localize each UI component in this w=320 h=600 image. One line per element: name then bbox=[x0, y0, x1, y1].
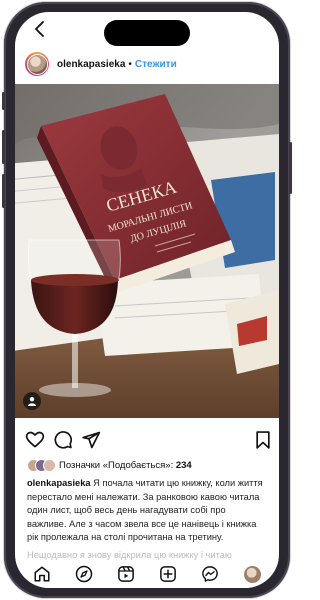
likes-count: 234 bbox=[175, 459, 192, 471]
nav-profile[interactable] bbox=[243, 565, 261, 583]
compass-icon bbox=[75, 565, 93, 583]
caption-more-text: Нещодавно я знову відкрила цю книжку і ч… bbox=[27, 550, 232, 560]
post-photo-image: СЕНЕКА МОРАЛЬНІ ЛИСТИ ДО ЛУЦІЛІЯ bbox=[15, 84, 279, 418]
back-button[interactable] bbox=[29, 18, 51, 40]
follow-button[interactable]: Стежити bbox=[135, 59, 177, 70]
author-avatar[interactable] bbox=[25, 52, 49, 76]
nav-messages[interactable] bbox=[201, 565, 219, 583]
action-button bbox=[2, 92, 5, 110]
nav-home[interactable] bbox=[33, 565, 51, 583]
power-button bbox=[289, 142, 292, 194]
nav-explore[interactable] bbox=[75, 565, 93, 583]
comment-icon bbox=[54, 431, 73, 449]
post-photo[interactable]: СЕНЕКА МОРАЛЬНІ ЛИСТИ ДО ЛУЦІЛІЯ bbox=[15, 84, 279, 418]
caption-username[interactable]: olenkapasieka bbox=[27, 478, 91, 488]
send-icon bbox=[82, 431, 101, 449]
phone-frame: olenkapasieka • Стежити СЕНЕКА МОРАЛЬНІ … bbox=[2, 2, 292, 598]
user-tag-icon bbox=[28, 397, 36, 406]
nav-create[interactable] bbox=[159, 565, 177, 583]
volume-up-button bbox=[2, 130, 5, 164]
bottom-nav bbox=[15, 560, 279, 588]
profile-avatar bbox=[243, 565, 261, 583]
likes-row[interactable]: Позначки «Подобається»: 234 bbox=[27, 458, 192, 472]
plus-square-icon bbox=[160, 566, 176, 582]
nav-reels[interactable] bbox=[117, 565, 135, 583]
app-screen: olenkapasieka • Стежити СЕНЕКА МОРАЛЬНІ … bbox=[15, 12, 279, 588]
reels-icon bbox=[118, 566, 134, 582]
share-button[interactable] bbox=[81, 430, 101, 450]
volume-down-button bbox=[2, 174, 5, 208]
header-separator: • bbox=[128, 58, 132, 70]
post-actions bbox=[15, 428, 279, 452]
like-button[interactable] bbox=[25, 430, 45, 450]
liker-avatar bbox=[43, 458, 56, 472]
bookmark-icon bbox=[256, 431, 270, 449]
heart-icon bbox=[25, 431, 45, 448]
likes-label: Позначки «Подобається»: bbox=[59, 459, 174, 471]
messenger-icon bbox=[202, 566, 218, 582]
user-tag-button[interactable] bbox=[23, 392, 41, 410]
post-caption: olenkapasieka Я почала читати цю книжку,… bbox=[27, 477, 267, 545]
save-button[interactable] bbox=[253, 430, 273, 450]
comment-button[interactable] bbox=[53, 430, 73, 450]
post-header: olenkapasieka • Стежити bbox=[15, 48, 279, 80]
likes-count-label[interactable]: Позначки «Подобається»: 234 bbox=[59, 460, 192, 471]
dynamic-island bbox=[104, 20, 190, 46]
chevron-left-icon bbox=[35, 21, 44, 37]
author-username[interactable]: olenkapasieka bbox=[57, 59, 125, 70]
home-icon bbox=[34, 566, 50, 582]
